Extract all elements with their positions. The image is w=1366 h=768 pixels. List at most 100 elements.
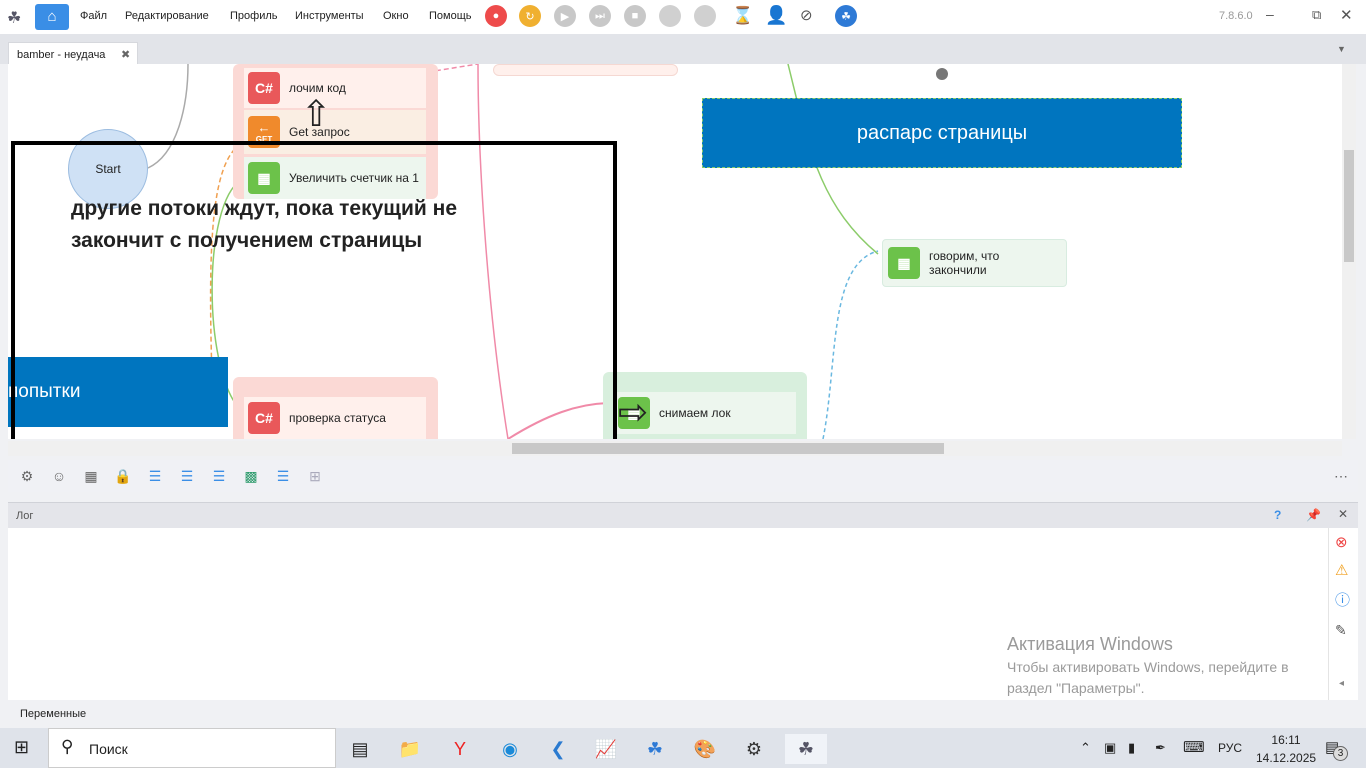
step-button[interactable]: ⏭ (589, 5, 611, 27)
node-lock-code[interactable]: C# лочим код (244, 68, 426, 108)
yandex-icon[interactable]: Y (445, 734, 475, 764)
log-header: Лог ? 📌 ✕ (8, 502, 1358, 528)
profile-icon[interactable]: ☺ (50, 467, 68, 485)
menu-edit[interactable]: Редактирование (125, 10, 209, 22)
notification-badge: 3 (1333, 746, 1348, 761)
add-icon[interactable]: ⊞ (306, 467, 324, 485)
stop-button[interactable]: ■ (624, 5, 646, 27)
info-filter-icon[interactable]: ⓘ (1335, 589, 1350, 610)
vscode-icon[interactable]: ❮ (543, 734, 573, 764)
windows-start-icon[interactable]: ⊞ (14, 737, 29, 758)
record-button[interactable]: ● (485, 5, 507, 27)
taskbar-search[interactable]: ⚲ Поиск (48, 728, 336, 768)
activation-watermark: Активация Windows Чтобы активировать Win… (1007, 634, 1317, 699)
clear-log-icon[interactable]: ✎ (1335, 622, 1347, 639)
chart-app-icon[interactable]: 📈 (591, 734, 621, 764)
tab-variables[interactable]: Переменные (20, 708, 86, 720)
pen-icon[interactable]: ✒ (1155, 740, 1166, 756)
warning-filter-icon[interactable]: ⚠ (1335, 561, 1348, 579)
node-label: снимаем лок (659, 406, 731, 420)
version-label: 7.8.6.0 (1219, 10, 1253, 22)
node-label: говорим, что закончили (929, 249, 1000, 277)
refresh-button[interactable]: ↻ (519, 5, 541, 27)
zenno-icon[interactable]: ☘ (835, 5, 857, 27)
menu-profile[interactable]: Профиль (230, 10, 278, 22)
minimize-button[interactable]: – (1266, 6, 1274, 22)
error-filter-icon[interactable]: ⊗ (1335, 533, 1348, 551)
tab-list-chevron-icon[interactable]: ▼ (1337, 44, 1346, 54)
watermark-title: Активация Windows (1007, 634, 1173, 654)
explorer-icon[interactable]: 📁 (395, 734, 425, 764)
user-icon[interactable]: 👤 (765, 5, 787, 26)
play-button[interactable]: ▶ (554, 5, 576, 27)
vertical-scrollbar[interactable] (1342, 64, 1356, 439)
list-icon[interactable]: ☰ (210, 467, 228, 485)
horizontal-scrollbar[interactable] (8, 441, 1342, 456)
project-canvas[interactable]: Start C# лочим код ← GET Get запрос ▦ Увелич… (8, 64, 1342, 439)
watermark-text: Чтобы активировать Windows, перейдите в … (1007, 659, 1289, 696)
log-title: Лог (16, 510, 34, 522)
table-icon[interactable]: ▩ (242, 467, 260, 485)
settings-app-icon[interactable]: ⚙ (739, 734, 769, 764)
paint-icon[interactable]: 🎨 (690, 734, 720, 764)
search-icon: ⚲ (61, 737, 74, 756)
collapse-icon[interactable]: ◂ (1339, 678, 1344, 689)
home-button[interactable]: ⌂ (35, 4, 69, 30)
close-button[interactable]: ✕ (1340, 6, 1353, 24)
more-icon[interactable]: ⋯ (1332, 467, 1350, 485)
rotate-handle[interactable] (936, 68, 948, 80)
edge-icon[interactable]: ◉ (495, 734, 525, 764)
node-top-right (493, 64, 678, 76)
language-indicator[interactable]: РУС (1218, 741, 1242, 755)
hourglass-icon[interactable]: ⌛ (732, 6, 753, 26)
selected-block[interactable]: распарс страницы (702, 98, 1182, 168)
menu-file[interactable]: Файл (80, 10, 107, 22)
clock[interactable]: 16:11 14.12.2025 (1256, 731, 1316, 767)
list-icon[interactable]: ☰ (274, 467, 292, 485)
zennoposter-icon[interactable]: ☘ (640, 734, 670, 764)
list-icon[interactable]: ☰ (178, 467, 196, 485)
undo-button[interactable] (659, 5, 681, 27)
tab-document[interactable]: bamber - неудача ✖ (8, 42, 138, 66)
keyboard-icon[interactable]: ⌨ (1183, 738, 1205, 756)
menu-tools[interactable]: Инструменты (295, 10, 364, 22)
grid-icon[interactable]: ▦ (82, 467, 100, 485)
annotation-box: другие потоки ждут, пока текущий не зако… (11, 141, 617, 439)
lock-icon[interactable]: 🔒 (114, 467, 132, 485)
csharp-icon: C# (248, 72, 280, 104)
camera-icon[interactable]: ▣ (1104, 740, 1116, 756)
node-said-done[interactable]: ▦ говорим, что закончили (882, 239, 1067, 287)
tab-title: bamber - неудача (17, 49, 106, 61)
close-log-icon[interactable]: ✕ (1338, 507, 1348, 521)
app-logo-icon: ☘ (7, 10, 22, 27)
maximize-button[interactable]: ⧉ (1312, 7, 1321, 23)
settings-icon[interactable]: ⚙ (18, 467, 36, 485)
date: 14.12.2025 (1256, 751, 1317, 765)
battery-icon[interactable]: ▮ (1128, 740, 1135, 756)
annotation-text: другие потоки ждут, пока текущий не зако… (71, 197, 458, 252)
tab-close-icon[interactable]: ✖ (121, 48, 130, 61)
task-view-icon[interactable]: ▤ (345, 734, 375, 764)
log-filter-bar: ⊗ ⚠ ⓘ ✎ ◂ (1328, 528, 1358, 700)
bottom-tabs: Переменные (0, 700, 1366, 728)
pin-icon[interactable]: 📌 (1306, 508, 1321, 522)
search-placeholder: Поиск (89, 741, 128, 757)
menu-window[interactable]: Окно (383, 10, 409, 22)
connection-line (822, 250, 879, 439)
menu-bar: ☘ ⌂ Файл Редактирование Профиль Инструме… (0, 0, 1366, 34)
scroll-thumb[interactable] (1344, 150, 1354, 262)
arrow-up-icon: ⇧ (301, 93, 332, 134)
arrow-right-icon: ⇨ (618, 391, 649, 432)
scroll-thumb[interactable] (512, 443, 944, 454)
eye-off-icon[interactable]: ⊘ (800, 6, 813, 24)
grid-icon: ▦ (888, 247, 920, 279)
time: 16:11 (1271, 733, 1301, 747)
help-icon[interactable]: ? (1274, 508, 1281, 522)
selected-block-label: распарс страницы (856, 121, 1028, 144)
redo-button[interactable] (694, 5, 716, 27)
tray-chevron-icon[interactable]: ⌃ (1080, 740, 1091, 756)
list-icon[interactable]: ☰ (146, 467, 164, 485)
zenno-active-icon[interactable]: ☘ (785, 734, 827, 764)
menu-help[interactable]: Помощь (429, 10, 472, 22)
tab-strip: ▼ (0, 34, 1366, 64)
